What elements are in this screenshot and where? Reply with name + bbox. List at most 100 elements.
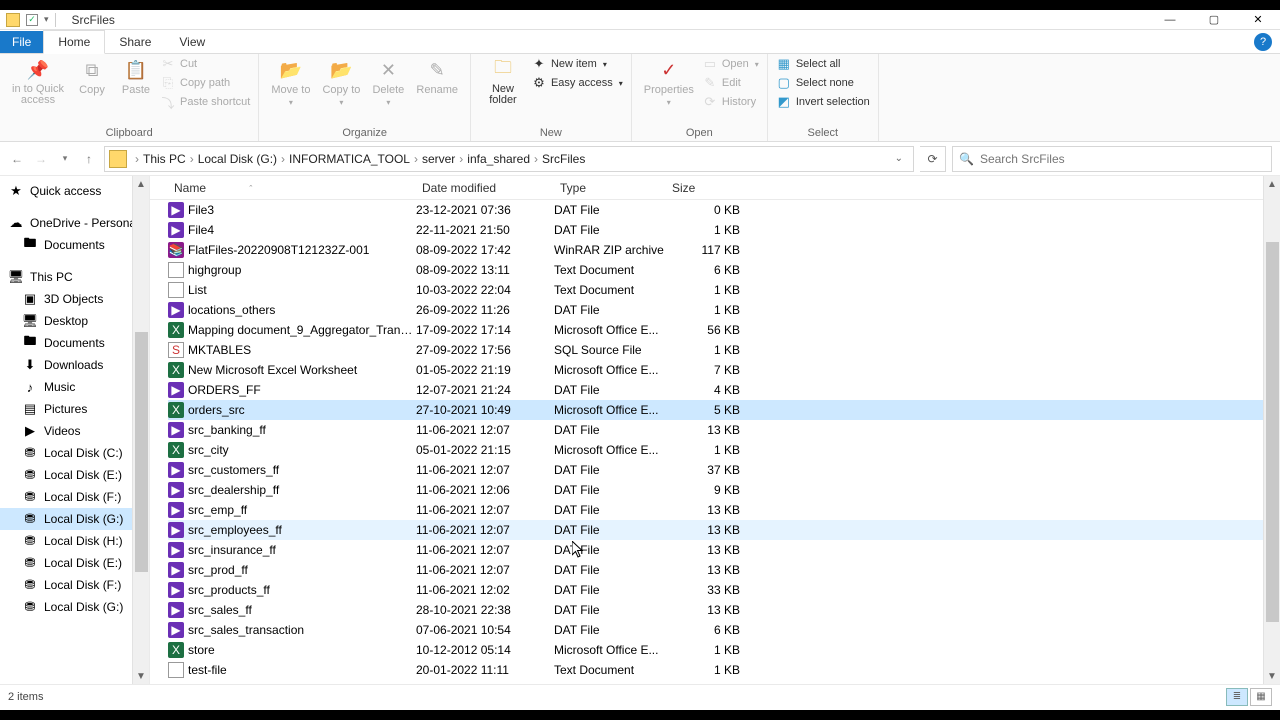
tree-item[interactable]: ♪Music bbox=[0, 376, 149, 398]
maximize-button[interactable]: ▢ bbox=[1192, 10, 1236, 30]
help-icon[interactable]: ? bbox=[1254, 33, 1272, 51]
nav-back-button[interactable]: ← bbox=[8, 147, 26, 171]
nav-recent-button[interactable]: ▾ bbox=[56, 147, 74, 171]
file-row[interactable]: Xsrc_city05-01-2022 21:15Microsoft Offic… bbox=[168, 440, 1280, 460]
file-row[interactable]: List10-03-2022 22:04Text Document1 KB bbox=[168, 280, 1280, 300]
scroll-up-icon[interactable]: ▲ bbox=[1264, 176, 1280, 192]
close-button[interactable]: ✕ bbox=[1236, 10, 1280, 30]
file-row[interactable]: XNew Microsoft Excel Worksheet01-05-2022… bbox=[168, 360, 1280, 380]
tree-item[interactable]: ★Quick access bbox=[0, 180, 149, 202]
tab-share[interactable]: Share bbox=[105, 31, 165, 53]
file-row[interactable]: Xstore10-12-2012 05:14Microsoft Office E… bbox=[168, 640, 1280, 660]
column-name[interactable]: Name ˆ bbox=[168, 177, 416, 199]
select-none-button[interactable]: ▢Select none bbox=[776, 75, 870, 91]
file-row[interactable]: test-file20-01-2022 11:11Text Document1 … bbox=[168, 660, 1280, 680]
file-row[interactable]: ▶src_insurance_ff11-06-2021 12:07DAT Fil… bbox=[168, 540, 1280, 560]
breadcrumb[interactable]: › This PC› Local Disk (G:)› INFORMATICA_… bbox=[104, 146, 914, 172]
file-row[interactable]: ▶src_prod_ff11-06-2021 12:07DAT File13 K… bbox=[168, 560, 1280, 580]
tree-item[interactable]: ▤Pictures bbox=[0, 398, 149, 420]
breadcrumb-item[interactable]: Local Disk (G:) bbox=[198, 152, 277, 166]
minimize-button[interactable]: — bbox=[1148, 10, 1192, 30]
tree-item[interactable]: 🖥This PC bbox=[0, 266, 149, 288]
thumbnails-view-button[interactable]: ▦ bbox=[1250, 688, 1272, 706]
new-folder-button[interactable]: 🗀New folder bbox=[479, 56, 527, 108]
tree-item[interactable]: ⛃Local Disk (F:) bbox=[0, 574, 149, 596]
open-button[interactable]: ▭Open▾ bbox=[702, 56, 759, 72]
invert-selection-button[interactable]: ◩Invert selection bbox=[776, 94, 870, 110]
tree-item[interactable]: ⛃Local Disk (F:) bbox=[0, 486, 149, 508]
file-row[interactable]: highgroup08-09-2022 13:11Text Document6 … bbox=[168, 260, 1280, 280]
select-all-button[interactable]: ▦Select all bbox=[776, 56, 870, 72]
tree-item[interactable]: ⛃Local Disk (H:) bbox=[0, 530, 149, 552]
tree-item[interactable]: ⛃Local Disk (G:) bbox=[0, 508, 149, 530]
edit-button[interactable]: ✎Edit bbox=[702, 75, 759, 91]
paste-button[interactable]: 📋Paste bbox=[116, 56, 156, 98]
file-row[interactable]: ▶src_employees_ff11-06-2021 12:07DAT Fil… bbox=[168, 520, 1280, 540]
file-row[interactable]: ▶src_customers_ff11-06-2021 12:07DAT Fil… bbox=[168, 460, 1280, 480]
breadcrumb-item[interactable]: server bbox=[422, 152, 455, 166]
tree-item[interactable]: ⛃Local Disk (E:) bbox=[0, 464, 149, 486]
delete-button[interactable]: ✕Delete▾ bbox=[368, 56, 408, 109]
easy-access-button[interactable]: ⚙Easy access▾ bbox=[531, 75, 623, 91]
file-row[interactable]: Xorders_src27-10-2021 10:49Microsoft Off… bbox=[168, 400, 1280, 420]
breadcrumb-item[interactable]: SrcFiles bbox=[542, 152, 585, 166]
column-size[interactable]: Size bbox=[666, 177, 740, 199]
tab-view[interactable]: View bbox=[165, 31, 219, 53]
breadcrumb-item[interactable]: This PC bbox=[143, 152, 186, 166]
tree-item[interactable]: ⬇Downloads bbox=[0, 354, 149, 376]
nav-up-button[interactable]: ↑ bbox=[80, 147, 98, 171]
file-row[interactable]: ▶src_banking_ff11-06-2021 12:07DAT File1… bbox=[168, 420, 1280, 440]
nav-scrollbar[interactable]: ▲ ▼ bbox=[132, 176, 149, 684]
column-type[interactable]: Type bbox=[554, 177, 666, 199]
history-button[interactable]: ⟳History bbox=[702, 94, 759, 110]
copy-path-button[interactable]: ⎘Copy path bbox=[160, 75, 250, 91]
paste-shortcut-button[interactable]: ⤵Paste shortcut bbox=[160, 94, 250, 110]
list-scrollbar[interactable]: ▲ ▼ bbox=[1263, 176, 1280, 684]
tree-item[interactable]: 🖿Documents bbox=[0, 332, 149, 354]
cut-button[interactable]: ✂Cut bbox=[160, 56, 250, 72]
details-view-button[interactable]: ≣ bbox=[1226, 688, 1248, 706]
file-row[interactable]: ▶File323-12-2021 07:36DAT File0 KB bbox=[168, 200, 1280, 220]
file-row[interactable]: ▶src_emp_ff11-06-2021 12:07DAT File13 KB bbox=[168, 500, 1280, 520]
file-row[interactable]: ▶ORDERS_FF12-07-2021 21:24DAT File4 KB bbox=[168, 380, 1280, 400]
file-row[interactable]: ▶locations_others26-09-2022 11:26DAT Fil… bbox=[168, 300, 1280, 320]
tab-file[interactable]: File bbox=[0, 31, 43, 53]
breadcrumb-dropdown-icon[interactable]: ⌄ bbox=[889, 153, 909, 164]
qat-checkbox[interactable]: ✓ bbox=[26, 14, 38, 26]
file-row[interactable]: ▶src_dealership_ff11-06-2021 12:06DAT Fi… bbox=[168, 480, 1280, 500]
copy-to-button[interactable]: 📂Copy to▾ bbox=[318, 56, 364, 109]
breadcrumb-item[interactable]: INFORMATICA_TOOL bbox=[289, 152, 410, 166]
refresh-button[interactable]: ⟳ bbox=[920, 146, 946, 172]
file-row[interactable]: XMapping document_9_Aggregator_Trans...1… bbox=[168, 320, 1280, 340]
tree-item[interactable]: ▶Videos bbox=[0, 420, 149, 442]
tree-item[interactable]: 🖿Documents bbox=[0, 234, 149, 256]
copy-button[interactable]: ⧉Copy bbox=[72, 56, 112, 98]
tree-item[interactable]: 🖥Desktop bbox=[0, 310, 149, 332]
file-row[interactable]: SMKTABLES27-09-2022 17:56SQL Source File… bbox=[168, 340, 1280, 360]
file-row[interactable]: ▶src_sales_transaction07-06-2021 10:54DA… bbox=[168, 620, 1280, 640]
rename-button[interactable]: ✎Rename bbox=[412, 56, 462, 98]
properties-button[interactable]: ✓Properties▾ bbox=[640, 56, 698, 109]
qat-dropdown-icon[interactable]: ▾ bbox=[44, 14, 49, 25]
tree-item[interactable]: ⛃Local Disk (C:) bbox=[0, 442, 149, 464]
search-box[interactable]: 🔍 bbox=[952, 146, 1272, 172]
tab-home[interactable]: Home bbox=[43, 30, 105, 54]
tree-item[interactable]: ⛃Local Disk (G:) bbox=[0, 596, 149, 618]
new-item-button[interactable]: ✦New item▾ bbox=[531, 56, 623, 72]
breadcrumb-item[interactable]: infa_shared bbox=[467, 152, 530, 166]
tree-item[interactable]: ▣3D Objects bbox=[0, 288, 149, 310]
move-to-button[interactable]: 📂Move to▾ bbox=[267, 56, 314, 109]
pin-quick-access-button[interactable]: 📌in to Quick access bbox=[8, 56, 68, 108]
file-row[interactable]: ▶src_sales_ff28-10-2021 22:38DAT File13 … bbox=[168, 600, 1280, 620]
nav-forward-button[interactable]: → bbox=[32, 147, 50, 171]
column-date[interactable]: Date modified bbox=[416, 177, 554, 199]
tree-item[interactable]: ☁OneDrive - Personal bbox=[0, 212, 149, 234]
scroll-down-icon[interactable]: ▼ bbox=[1264, 668, 1280, 684]
search-input[interactable] bbox=[980, 152, 1265, 166]
file-row[interactable]: 📚FlatFiles-20220908T121232Z-00108-09-202… bbox=[168, 240, 1280, 260]
file-row[interactable]: ▶src_products_ff11-06-2021 12:02DAT File… bbox=[168, 580, 1280, 600]
tree-item[interactable]: ⛃Local Disk (E:) bbox=[0, 552, 149, 574]
scroll-down-icon[interactable]: ▼ bbox=[133, 668, 149, 684]
scroll-up-icon[interactable]: ▲ bbox=[133, 176, 149, 192]
file-row[interactable]: ▶File422-11-2021 21:50DAT File1 KB bbox=[168, 220, 1280, 240]
